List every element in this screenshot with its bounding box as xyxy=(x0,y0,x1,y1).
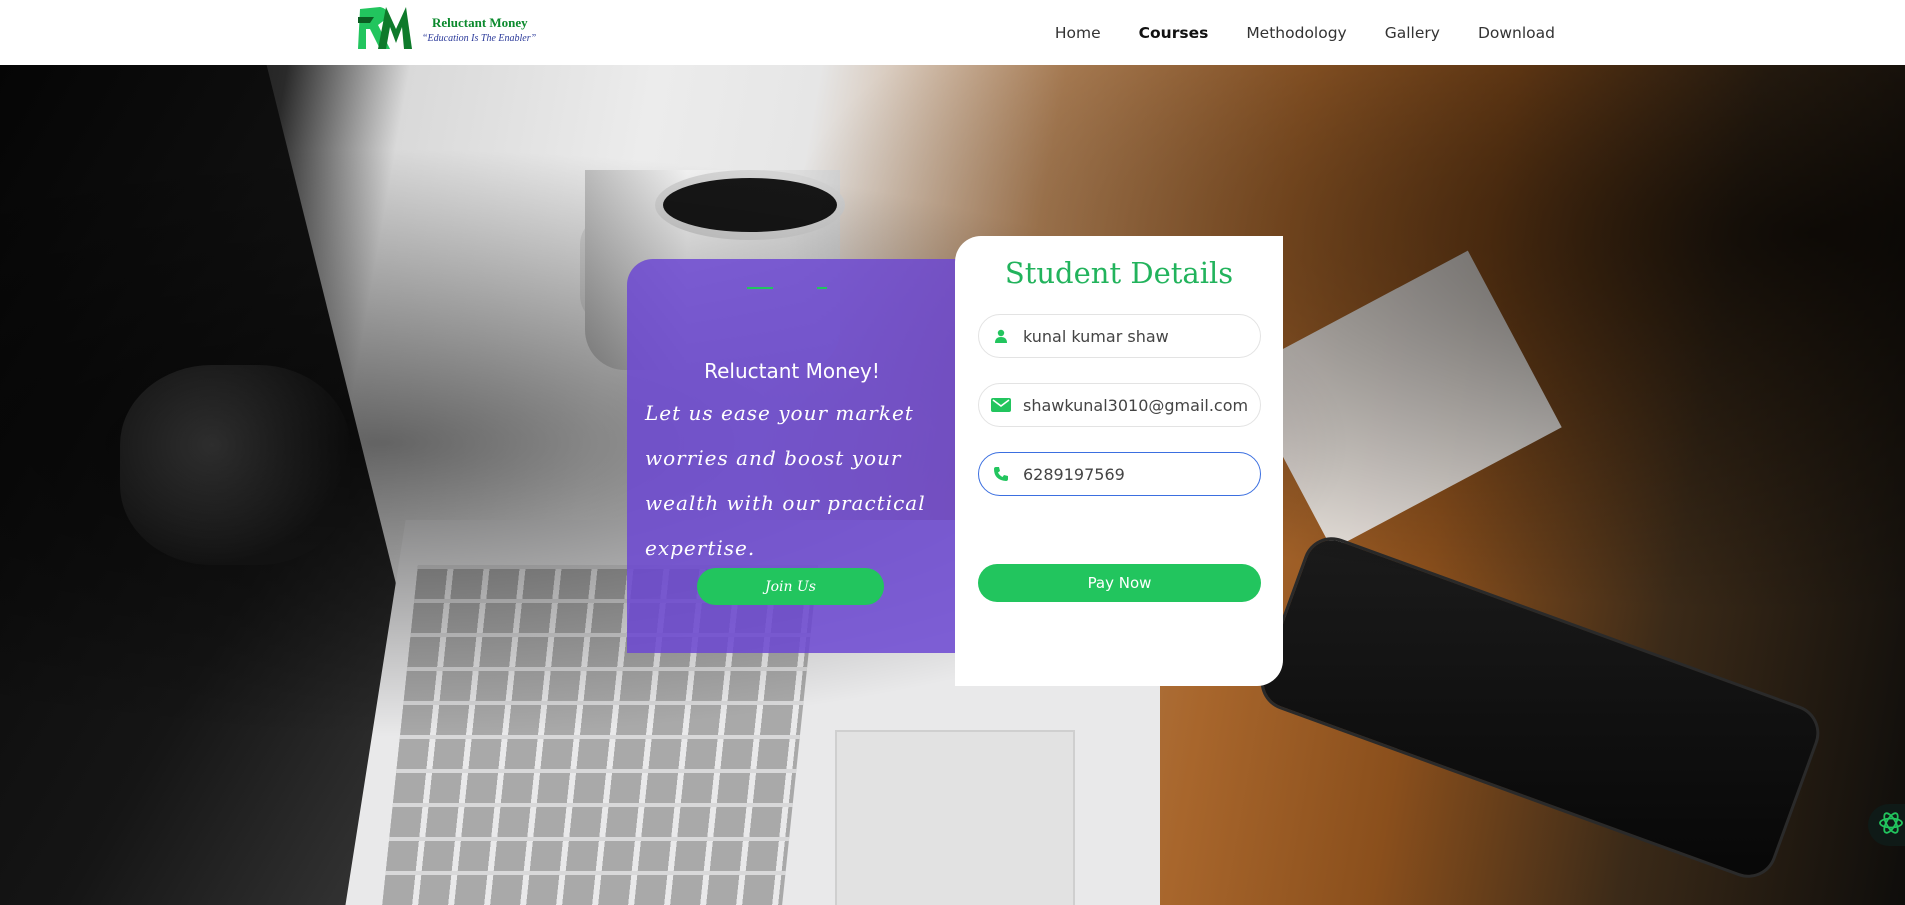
promo-accent-dot xyxy=(817,287,827,289)
email-input[interactable] xyxy=(1023,395,1253,415)
logo[interactable]: Reluctant Money “Education Is The Enable… xyxy=(356,3,541,55)
logo-mark-icon xyxy=(358,7,412,49)
main-nav: Home Courses Methodology Gallery Downloa… xyxy=(1055,0,1555,65)
pay-now-button[interactable]: Pay Now xyxy=(978,564,1261,602)
logo-name: Reluctant Money xyxy=(432,14,528,30)
site-header: Reluctant Money “Education Is The Enable… xyxy=(0,0,1905,65)
nav-download[interactable]: Download xyxy=(1478,24,1555,42)
nav-methodology[interactable]: Methodology xyxy=(1246,24,1346,42)
student-details-card: Student Details Pay Now xyxy=(955,236,1283,686)
promo-panel: Reluctant Money! Let us ease your market… xyxy=(627,259,957,653)
card-title: Student Details xyxy=(1004,256,1234,290)
promo-title: Reluctant Money! xyxy=(704,359,880,383)
join-us-button[interactable]: Join Us xyxy=(697,568,884,605)
mail-icon xyxy=(991,395,1011,415)
nav-gallery[interactable]: Gallery xyxy=(1385,24,1440,42)
promo-accent-line xyxy=(747,287,773,289)
email-field[interactable] xyxy=(978,383,1261,427)
name-field[interactable] xyxy=(978,314,1261,358)
phone-icon xyxy=(991,464,1011,484)
phone-input[interactable] xyxy=(1023,464,1253,484)
nav-home[interactable]: Home xyxy=(1055,24,1101,42)
logo-tagline: “Education Is The Enabler” xyxy=(422,32,537,44)
phone-field[interactable] xyxy=(978,452,1261,496)
name-input[interactable] xyxy=(1023,326,1253,346)
person-icon xyxy=(991,326,1011,346)
atom-icon xyxy=(1878,810,1904,840)
nav-courses[interactable]: Courses xyxy=(1139,24,1209,42)
floating-assistant-button[interactable] xyxy=(1868,804,1905,846)
promo-text: Let us ease your market worries and boos… xyxy=(645,401,926,560)
